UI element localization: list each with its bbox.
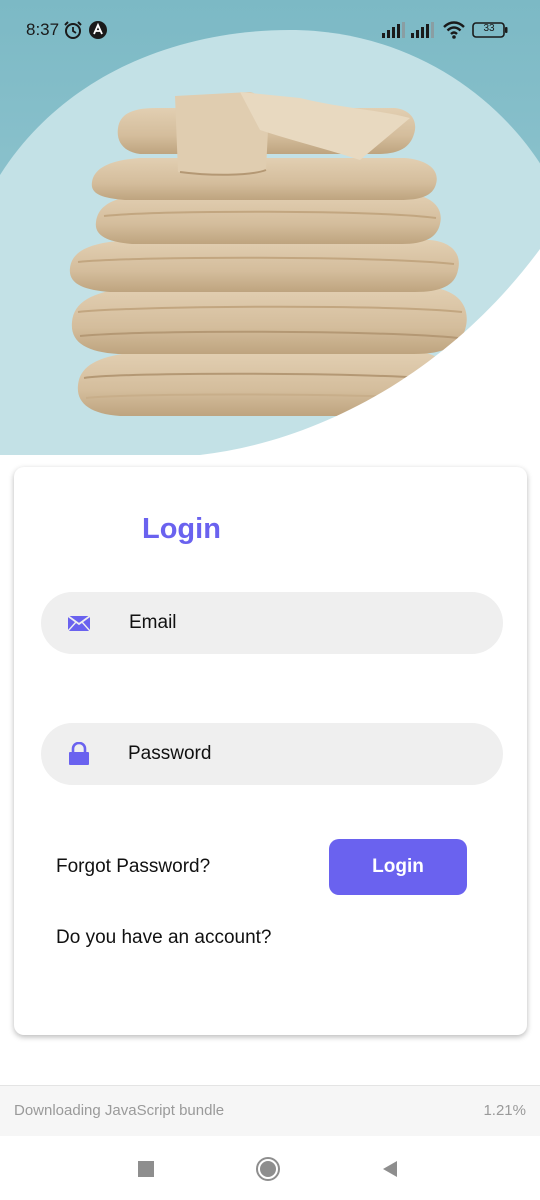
bundle-download-bar: Downloading JavaScript bundle 1.21%	[0, 1085, 540, 1137]
home-icon[interactable]	[251, 1152, 285, 1186]
bundle-status-text: Downloading JavaScript bundle	[14, 1102, 225, 1119]
email-input[interactable]	[129, 592, 479, 654]
alarm-icon	[63, 20, 83, 45]
battery-level: 33	[483, 23, 495, 34]
app-notification-icon	[88, 20, 108, 45]
wifi-icon	[442, 20, 466, 45]
status-bar: 8:37 33	[0, 0, 540, 60]
password-field[interactable]	[41, 723, 503, 785]
back-icon[interactable]	[373, 1152, 407, 1186]
login-button[interactable]: Login	[329, 839, 467, 895]
login-card: Login Forgot Password? Login Do you have…	[14, 467, 527, 1035]
password-input[interactable]	[128, 723, 478, 785]
hero-banner: 8:37 33	[0, 0, 540, 455]
hero-image	[0, 0, 540, 455]
forgot-password-link[interactable]: Forgot Password?	[56, 856, 210, 878]
signal-icon	[382, 22, 406, 43]
status-time: 8:37	[26, 20, 60, 39]
email-field[interactable]	[41, 592, 503, 654]
mail-icon	[67, 611, 91, 640]
lock-icon	[68, 741, 90, 771]
signal-icon	[411, 22, 435, 43]
account-prompt-link[interactable]: Do you have an account?	[56, 927, 272, 949]
login-title: Login	[142, 513, 221, 545]
recents-icon[interactable]	[129, 1152, 163, 1186]
bedding-stack-illustration	[69, 92, 467, 416]
navigation-bar	[0, 1136, 540, 1200]
bundle-progress-percent: 1.21%	[483, 1102, 526, 1119]
